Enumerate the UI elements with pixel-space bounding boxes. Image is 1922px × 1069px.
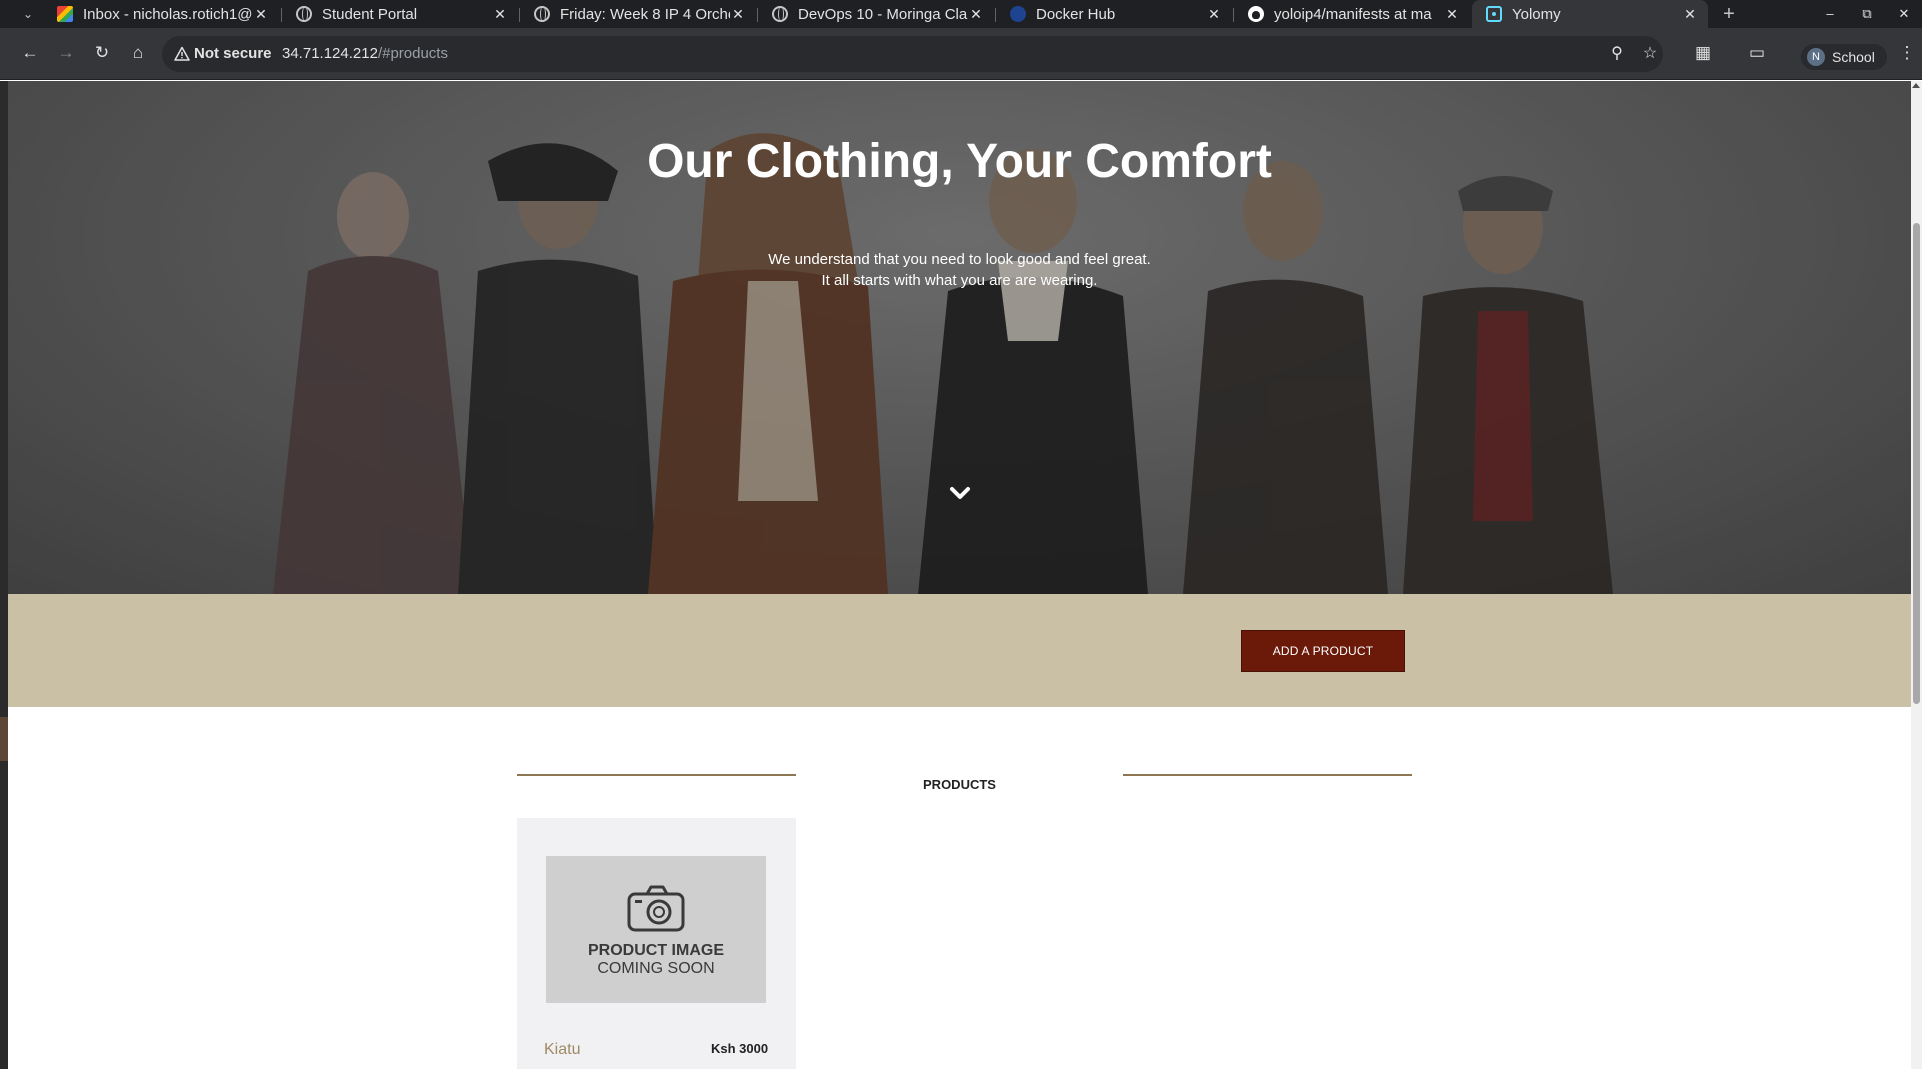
extensions-icon[interactable]: ▦ (1692, 42, 1714, 64)
hero-title: Our Clothing, Your Comfort (647, 135, 1272, 188)
address-bar[interactable]: Not secure 34.71.124.212/#products ⚲ ☆ (162, 36, 1663, 72)
hero-section: Our Clothing, Your Comfort We understand… (8, 81, 1911, 594)
product-card[interactable]: PRODUCT IMAGE COMING SOON Kiatu Ksh 3000 (517, 818, 796, 1069)
products-heading: PRODUCTS (923, 777, 996, 792)
product-image-placeholder: PRODUCT IMAGE COMING SOON (546, 856, 766, 1003)
gmail-icon (57, 6, 73, 22)
tab-student-portal[interactable]: Student Portal ✕ (282, 0, 518, 28)
url-text[interactable]: 34.71.124.212/#products (282, 45, 448, 62)
warning-triangle-icon (174, 46, 190, 61)
scroll-up-arrow-icon[interactable] (1912, 83, 1920, 88)
menu-kebab-icon[interactable]: ⋮ (1896, 42, 1918, 64)
hero-subtitle-line: It all starts with what you are are wear… (821, 272, 1098, 289)
globe-icon (296, 6, 312, 22)
tab-title: Yolomy (1512, 5, 1561, 23)
scroll-thumb[interactable] (1913, 223, 1920, 704)
forward-arrow-icon[interactable]: → (55, 42, 77, 64)
image-placeholder-text: PRODUCT IMAGE (588, 942, 724, 959)
browser-toolbar: ← → ↻ ⌂ Not secure 34.71.124.212/#produc… (0, 28, 1922, 80)
camera-icon (627, 885, 685, 932)
hero-subtitle-line: We understand that you need to look good… (768, 251, 1151, 268)
github-icon (1248, 6, 1264, 22)
page-scrollbar[interactable] (1911, 81, 1922, 1069)
tab-title: Student Portal (322, 5, 418, 23)
tab-title: DevOps 10 - Moringa Cla (798, 5, 968, 23)
heading-divider-left (517, 774, 796, 776)
tab-title: Inbox - nicholas.rotich1@ (83, 5, 253, 23)
tab-title: yoloip4/manifests at ma (1274, 5, 1432, 23)
tab-title: Friday: Week 8 IP 4 Orche (560, 5, 730, 23)
close-icon[interactable]: ✕ (1682, 6, 1698, 22)
avatar: N (1807, 48, 1825, 66)
window-close-icon[interactable]: ✕ (1894, 4, 1914, 24)
zoom-icon[interactable]: ⚲ (1607, 44, 1627, 64)
reload-icon[interactable]: ↻ (91, 42, 113, 64)
tab-inbox[interactable]: Inbox - nicholas.rotich1@ ✕ (43, 0, 279, 28)
tab-devops-moringa[interactable]: DevOps 10 - Moringa Cla ✕ (758, 0, 994, 28)
profile-button[interactable]: N School (1801, 44, 1887, 70)
bookmark-star-icon[interactable]: ☆ (1640, 44, 1660, 64)
url-path: /#products (377, 45, 448, 62)
tab-docker-hub[interactable]: Docker Hub ✕ (996, 0, 1232, 28)
profile-name: School (1832, 49, 1875, 65)
cast-icon[interactable]: ▭ (1746, 42, 1768, 64)
globe-icon (534, 6, 550, 22)
close-icon[interactable]: ✕ (730, 6, 746, 22)
heading-divider-right (1123, 774, 1412, 776)
close-icon[interactable]: ✕ (968, 6, 984, 22)
close-icon[interactable]: ✕ (1444, 6, 1460, 22)
close-icon[interactable]: ✕ (253, 6, 269, 22)
tab-friday-week8[interactable]: Friday: Week 8 IP 4 Orche ✕ (520, 0, 756, 28)
product-price: Ksh 3000 (711, 1041, 769, 1056)
hero-subtitle: We understand that you need to look good… (8, 249, 1911, 291)
security-label[interactable]: Not secure (194, 45, 272, 62)
page-viewport: Our Clothing, Your Comfort We understand… (8, 81, 1911, 1069)
products-section: PRODUCTS PRODUCT IMAGE COMING SOON Kiatu… (8, 707, 1911, 1069)
new-tab-button[interactable]: + (1717, 2, 1741, 26)
close-icon[interactable]: ✕ (492, 6, 508, 22)
action-band: ADD A PRODUCT (8, 594, 1911, 707)
tab-title: Docker Hub (1036, 5, 1116, 23)
close-icon[interactable]: ✕ (1206, 6, 1222, 22)
moringa-icon (772, 6, 788, 22)
tab-github-manifests[interactable]: yoloip4/manifests at ma ✕ (1234, 0, 1470, 28)
restore-icon[interactable]: ⧉ (1857, 4, 1877, 24)
minimize-icon[interactable]: – (1820, 4, 1840, 24)
url-host: 34.71.124.212 (282, 45, 378, 62)
add-product-button[interactable]: ADD A PRODUCT (1241, 630, 1405, 672)
tab-search-chevron-icon[interactable]: ⌄ (20, 6, 36, 22)
chevron-down-icon[interactable] (948, 481, 972, 505)
product-name[interactable]: Kiatu (544, 1041, 580, 1059)
docker-icon (1010, 6, 1026, 22)
react-icon (1486, 6, 1502, 22)
image-placeholder-text: COMING SOON (597, 960, 715, 977)
tab-strip: ⌄ Inbox - nicholas.rotich1@ ✕ Student Po… (0, 0, 1922, 28)
background-window-strip (0, 81, 8, 1069)
tab-yolomy[interactable]: Yolomy ✕ (1472, 0, 1708, 28)
back-arrow-icon[interactable]: ← (19, 42, 41, 64)
home-icon[interactable]: ⌂ (127, 42, 149, 64)
